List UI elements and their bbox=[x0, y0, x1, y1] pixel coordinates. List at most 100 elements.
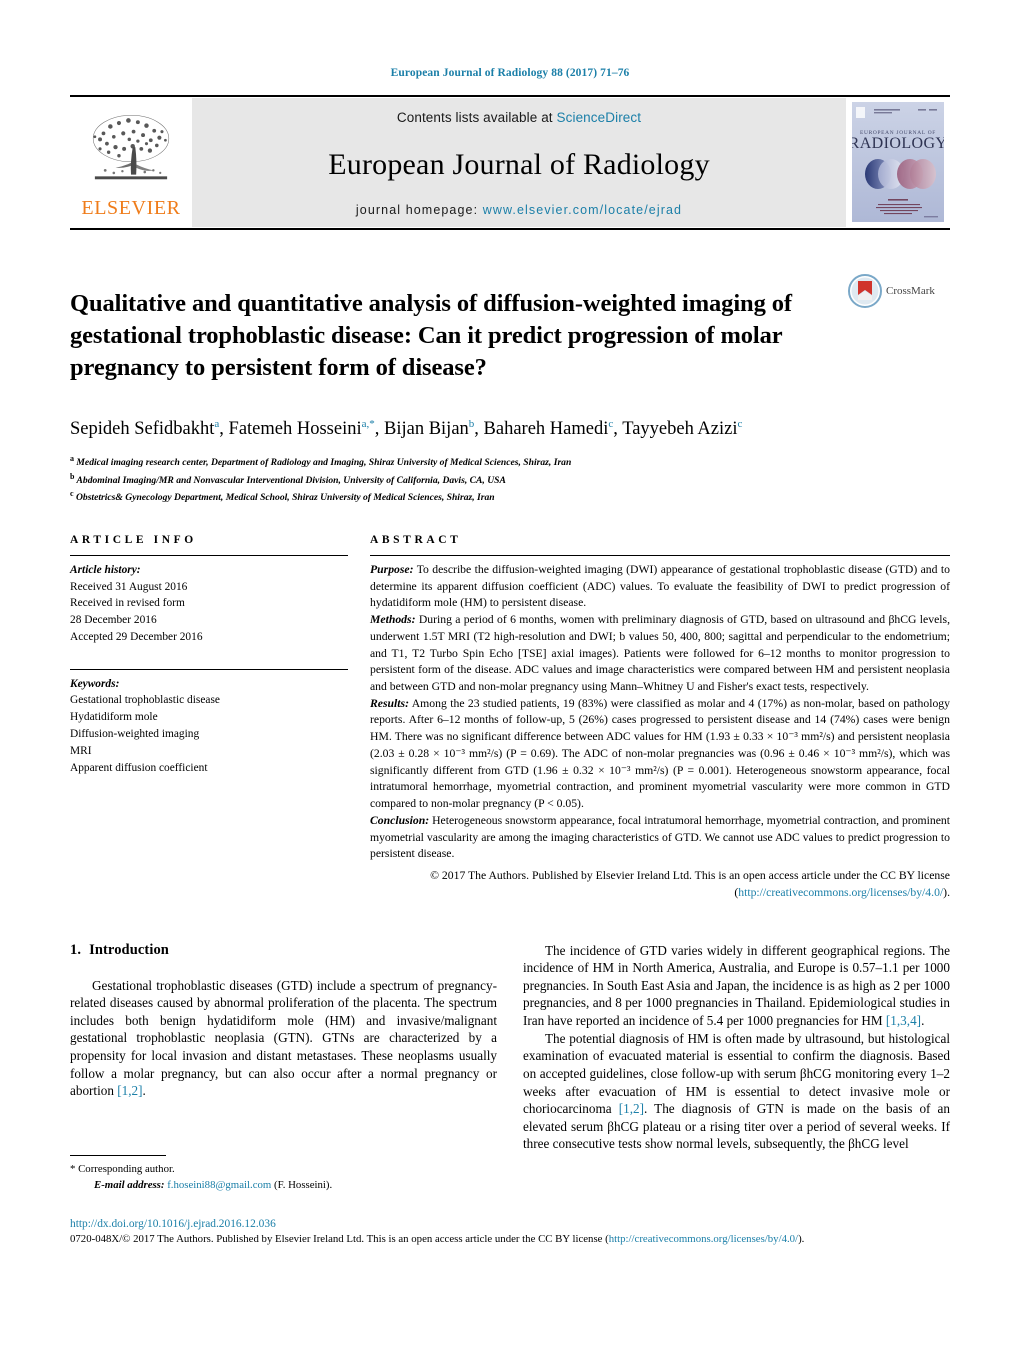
article-history-block: Article history: Received 31 August 2016… bbox=[70, 562, 348, 646]
author-affil-mark: b bbox=[468, 417, 475, 430]
email-link[interactable]: f.hoseini88@gmail.com bbox=[167, 1179, 271, 1191]
cc-license-link[interactable]: http://creativecommons.org/licenses/by/4… bbox=[738, 886, 943, 899]
footnote-marker: * bbox=[70, 1163, 76, 1175]
issn-tail: ). bbox=[798, 1233, 805, 1245]
body-column-right: The incidence of GTD varies widely in di… bbox=[523, 942, 950, 1154]
section-number: 1. bbox=[70, 941, 82, 958]
email-owner: (F. Hosseini). bbox=[274, 1178, 333, 1191]
journal-cover-thumbnail: EUROPEAN JOURNAL OF RADIOLOGY bbox=[846, 97, 950, 228]
author-affil-mark: a bbox=[214, 417, 220, 430]
abstract-body: Purpose: To describe the diffusion-weigh… bbox=[370, 562, 950, 863]
conclusion-label: Conclusion: bbox=[370, 813, 430, 827]
affiliation-text: Abdominal Imaging/MR and Nonvascular Int… bbox=[76, 474, 506, 486]
paragraph-tail: . bbox=[142, 1083, 146, 1099]
conclusion-text: Heterogeneous snowstorm appearance, foca… bbox=[370, 813, 950, 861]
elsevier-wordmark: ELSEVIER bbox=[81, 196, 181, 219]
crossmark-icon bbox=[848, 273, 882, 308]
paragraph-text: Gestational trophoblastic diseases (GTD)… bbox=[70, 977, 497, 1099]
history-line: 28 December 2016 bbox=[70, 614, 157, 627]
keyword-item: MRI bbox=[70, 744, 92, 757]
keyword-item: Apparent diffusion coefficient bbox=[70, 761, 208, 774]
history-line: Received in revised form bbox=[70, 597, 185, 610]
sciencedirect-link[interactable]: ScienceDirect bbox=[557, 110, 642, 125]
journal-masthead: ELSEVIER Contents lists available at Sci… bbox=[70, 94, 950, 230]
footnote-divider bbox=[70, 1155, 166, 1156]
article-page: European Journal of Radiology 88 (2017) … bbox=[0, 0, 1020, 1351]
section-title: Introduction bbox=[89, 941, 169, 958]
author-affil-mark: c bbox=[737, 417, 743, 430]
affiliation-mark: b bbox=[70, 471, 75, 481]
elsevier-tree-icon bbox=[92, 114, 170, 179]
contents-available-line: Contents lists available at ScienceDirec… bbox=[397, 110, 641, 125]
affiliation-text: Obstetrics& Gynecology Department, Medic… bbox=[75, 492, 495, 504]
page-footer: http://dx.doi.org/10.1016/j.ejrad.2016.1… bbox=[70, 1218, 950, 1247]
crossmark-badge[interactable]: CrossMark bbox=[848, 273, 950, 308]
masthead-center: Contents lists available at ScienceDirec… bbox=[192, 97, 846, 227]
abstract-copyright: © 2017 The Authors. Published by Elsevie… bbox=[370, 868, 950, 901]
footnote-email-line: E-mail address: f.hoseini88@gmail.com (F… bbox=[70, 1178, 502, 1194]
homepage-url-link[interactable]: www.elsevier.com/locate/ejrad bbox=[483, 203, 682, 217]
section-heading-introduction: 1. Introduction bbox=[70, 942, 497, 959]
article-info-column: ARTICLE INFO Article history: Received 3… bbox=[70, 534, 348, 902]
abstract-results: Results: Among the 23 studied patients, … bbox=[370, 696, 950, 813]
journal-title: European Journal of Radiology bbox=[328, 147, 710, 181]
citation-ref[interactable]: [1,3,4] bbox=[886, 1013, 921, 1028]
affiliation-text: Medical imaging research center, Departm… bbox=[76, 457, 572, 469]
page-title: Qualitative and quantitative analysis of… bbox=[70, 289, 792, 381]
affiliation-item: c Obstetrics& Gynecology Department, Med… bbox=[70, 488, 950, 506]
divider bbox=[70, 554, 348, 556]
author-affil-mark: c bbox=[608, 417, 614, 430]
affiliation-item: a Medical imaging research center, Depar… bbox=[70, 453, 950, 471]
affiliation-list: a Medical imaging research center, Depar… bbox=[70, 453, 950, 506]
methods-text: During a period of 6 months, women with … bbox=[370, 613, 950, 693]
issn-text: 0720-048X/© 2017 The Authors. Published … bbox=[70, 1233, 609, 1245]
methods-label: Methods: bbox=[370, 613, 416, 627]
abstract-column: ABSTRACT Purpose: To describe the diffus… bbox=[370, 534, 950, 902]
corresponding-author-footnote: * Corresponding author. E-mail address: … bbox=[70, 1155, 502, 1193]
journal-homepage-line: journal homepage: www.elsevier.com/locat… bbox=[356, 203, 682, 217]
divider bbox=[70, 668, 348, 670]
paragraph: The incidence of GTD varies widely in di… bbox=[523, 942, 950, 1030]
copyright-tail: ). bbox=[943, 885, 950, 899]
purpose-text: To describe the diffusion-weighted imagi… bbox=[370, 562, 950, 610]
footnote-corresponding-text: Corresponding author. bbox=[78, 1163, 175, 1175]
paragraph: The potential diagnosis of HM is often m… bbox=[523, 1030, 950, 1153]
abstract-methods: Methods: During a period of 6 months, wo… bbox=[370, 612, 950, 696]
info-abstract-row: ARTICLE INFO Article history: Received 3… bbox=[70, 534, 950, 902]
body-columns: 1. Introduction Gestational trophoblastic… bbox=[70, 942, 950, 1154]
author-name: Fatemeh Hosseini bbox=[228, 418, 362, 439]
keyword-item: Hydatidiform mole bbox=[70, 711, 158, 724]
running-head: European Journal of Radiology 88 (2017) … bbox=[390, 67, 630, 79]
abstract-conclusion: Conclusion: Heterogeneous snowstorm appe… bbox=[370, 813, 950, 863]
history-line: Accepted 29 December 2016 bbox=[70, 630, 203, 643]
citation-ref[interactable]: [1,2] bbox=[619, 1101, 644, 1116]
divider bbox=[370, 554, 950, 556]
cover-image: EUROPEAN JOURNAL OF RADIOLOGY bbox=[852, 102, 944, 222]
footnote-corresponding-line: * Corresponding author. bbox=[70, 1162, 502, 1178]
article-info-heading: ARTICLE INFO bbox=[70, 533, 197, 546]
svg-text:RADIOLOGY: RADIOLOGY bbox=[852, 135, 944, 152]
homepage-prefix: journal homepage: bbox=[355, 202, 483, 217]
keyword-item: Gestational trophoblastic disease bbox=[70, 694, 220, 707]
results-text: Among the 23 studied patients, 19 (83%) … bbox=[370, 696, 950, 811]
results-label: Results: bbox=[370, 696, 409, 710]
affiliation-item: b Abdominal Imaging/MR and Nonvascular I… bbox=[70, 471, 950, 489]
citation-ref[interactable]: [1,2] bbox=[117, 1083, 142, 1098]
author-name: Bijan Bijan bbox=[384, 418, 469, 439]
contents-prefix: Contents lists available at bbox=[396, 109, 557, 125]
purpose-label: Purpose: bbox=[370, 562, 414, 576]
body-column-left: 1. Introduction Gestational trophoblastic… bbox=[70, 942, 497, 1154]
elsevier-logo: ELSEVIER bbox=[70, 97, 192, 228]
email-label: E-mail address: bbox=[94, 1178, 165, 1191]
author-name: Tayyebeh Azizi bbox=[622, 418, 738, 439]
author-name: Bahareh Hamedi bbox=[483, 418, 609, 439]
history-line: Received 31 August 2016 bbox=[70, 580, 188, 593]
author-list: Sepideh Sefidbakhta, Fatemeh Hosseinia,*… bbox=[70, 417, 743, 439]
author-affil-mark: a,* bbox=[361, 417, 375, 430]
affiliation-mark: c bbox=[70, 489, 74, 499]
doi-link[interactable]: http://dx.doi.org/10.1016/j.ejrad.2016.1… bbox=[70, 1218, 950, 1230]
abstract-purpose: Purpose: To describe the diffusion-weigh… bbox=[370, 562, 950, 612]
keywords-block: Keywords: Gestational trophoblastic dise… bbox=[70, 663, 348, 777]
cc-license-link-footer[interactable]: http://creativecommons.org/licenses/by/4… bbox=[609, 1233, 798, 1245]
paragraph: Gestational trophoblastic diseases (GTD)… bbox=[70, 977, 497, 1100]
